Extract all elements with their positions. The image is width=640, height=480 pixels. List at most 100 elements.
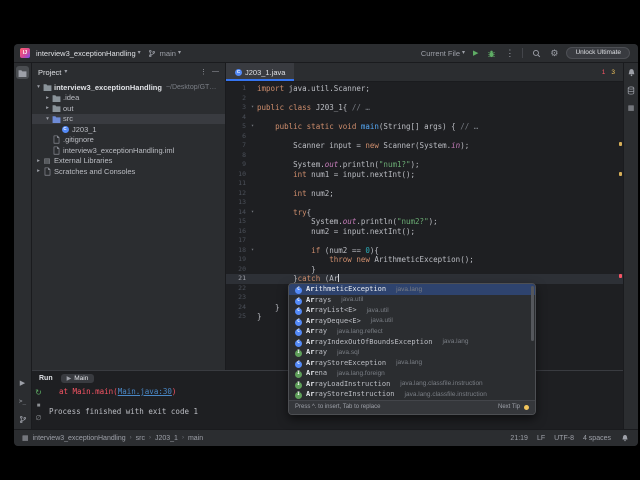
inspections-widget[interactable]: 1 3 (594, 63, 623, 81)
hide-panel-icon[interactable]: — (212, 68, 219, 76)
code-line-7[interactable]: 7 Scanner input = new Scanner(System.in)… (226, 141, 623, 151)
completion-item-arrayindexoutofboundsexception[interactable]: C ArrayIndexOutOfBoundsException java.lang (289, 337, 535, 348)
line-number[interactable]: 14 (226, 208, 248, 218)
line-separator[interactable]: LF (537, 435, 545, 442)
line-number[interactable]: 21 (226, 274, 248, 284)
code-line-20[interactable]: 20 } (226, 265, 623, 275)
code-line-2[interactable]: 2 (226, 94, 623, 104)
tree-item-scratches-and-consoles[interactable]: ▸ Scratches and Consoles (32, 166, 225, 177)
run-icon[interactable]: ▶ (16, 377, 29, 390)
line-number[interactable]: 18 (226, 246, 248, 256)
line-number[interactable]: 8 (226, 151, 248, 161)
breadcrumb-interview3-exceptionhandling[interactable]: interview3_exceptionHandling (33, 435, 126, 442)
project-folder-icon[interactable] (16, 66, 29, 79)
settings-button[interactable]: ⚙ (550, 48, 558, 58)
debug-button[interactable] (486, 48, 497, 59)
stop-icon[interactable]: ■ (33, 400, 44, 411)
chevron-down-icon[interactable]: ▾ (35, 84, 42, 90)
chevron-down-icon[interactable]: ▾ (44, 116, 51, 122)
tree-item-out[interactable]: ▸ out (32, 103, 225, 114)
code-line-6[interactable]: 6 (226, 132, 623, 142)
search-everywhere-button[interactable] (531, 48, 542, 59)
code-line-17[interactable]: 17 (226, 236, 623, 246)
line-number[interactable]: 23 (226, 293, 248, 303)
line-number[interactable]: 1 (226, 84, 248, 94)
line-number[interactable]: 6 (226, 132, 248, 142)
tree-item-src[interactable]: ▾ src (32, 113, 225, 124)
completion-item-arrayloadinstruction[interactable]: I ArrayLoadInstruction java.lang.classfile… (289, 379, 535, 390)
code-line-3[interactable]: 3 ▾ public class J203_1{ // … (226, 103, 623, 113)
fold-arrow-icon[interactable]: ▾ (248, 103, 257, 113)
line-number[interactable]: 9 (226, 160, 248, 170)
code-line-5[interactable]: 5 ▾ public static void main(String[] args… (226, 122, 623, 132)
notifications-icon[interactable] (625, 66, 638, 79)
line-number[interactable]: 5 (226, 122, 248, 132)
breadcrumb-src[interactable]: src (136, 435, 145, 442)
code-line-14[interactable]: 14 ▾ try{ (226, 208, 623, 218)
database-icon[interactable] (625, 84, 638, 97)
unlock-ultimate-button[interactable]: Unlock Ultimate (566, 47, 630, 59)
clear-icon[interactable]: ∅ (33, 413, 44, 424)
chevron-right-icon[interactable]: ▸ (35, 158, 42, 164)
run-config-selector[interactable]: Current File ▾ (421, 49, 465, 58)
completion-item-arena[interactable]: I Arena java.lang.foreign (289, 368, 535, 379)
run-tab-main[interactable]: ▶ Main (60, 374, 95, 383)
code-line-9[interactable]: 9 System.out.println("num1?"); (226, 160, 623, 170)
project-widget[interactable]: interview3_exceptionHandling ▾ (36, 49, 141, 58)
line-number[interactable]: 15 (226, 217, 248, 227)
tree-item-external-libraries[interactable]: ▸ ▤ External Libraries (32, 156, 225, 167)
code-line-11[interactable]: 11 (226, 179, 623, 189)
line-number[interactable]: 3 (226, 103, 248, 113)
gradle-icon[interactable]: ▦ (625, 102, 638, 115)
notifications-bell-icon[interactable] (620, 433, 630, 443)
line-number[interactable]: 19 (226, 255, 248, 265)
code-line-15[interactable]: 15 System.out.println("num2?"); (226, 217, 623, 227)
code-line-4[interactable]: 4 (226, 113, 623, 123)
vcs-widget[interactable]: main ▾ (147, 48, 181, 59)
completion-item-arraystoreinstruction[interactable]: I ArrayStoreInstruction java.lang.classfil… (289, 389, 535, 400)
caret-position[interactable]: 21:19 (510, 435, 528, 442)
more-options-icon[interactable]: ⋮ (200, 68, 207, 76)
tree-item-gitignore[interactable]: .gitignore (32, 135, 225, 146)
tree-item-interview3-exceptionhandling-iml[interactable]: interview3_exceptionHandling.iml (32, 145, 225, 156)
line-number[interactable]: 20 (226, 265, 248, 275)
line-number[interactable]: 24 (226, 303, 248, 313)
fold-arrow-icon[interactable]: ▾ (248, 122, 257, 132)
tree-item-interview3-exceptionhandling[interactable]: ▾ interview3_exceptionHandling ~/Desktop/G… (32, 82, 225, 93)
editor-tab-j203-1[interactable]: C J203_1.java (226, 63, 295, 81)
line-number[interactable]: 2 (226, 94, 248, 104)
line-number[interactable]: 25 (226, 312, 248, 322)
line-number[interactable]: 16 (226, 227, 248, 237)
code-line-10[interactable]: 10 int num1 = input.nextInt(); (226, 170, 623, 180)
breadcrumb-j203-1[interactable]: J203_1 (155, 435, 178, 442)
line-number[interactable]: 12 (226, 189, 248, 199)
next-tip-link[interactable]: Next Tip (498, 404, 520, 410)
workspace-icon[interactable]: ▦ (22, 435, 29, 442)
code-line-16[interactable]: 16 num2 = input.nextInt(); (226, 227, 623, 237)
stack-trace-link[interactable]: Main.java:30 (118, 387, 172, 396)
line-number[interactable]: 17 (226, 236, 248, 246)
completion-item-arithmeticexception[interactable]: C ArithmeticException java.lang (289, 284, 535, 295)
tree-item-j203-1[interactable]: C J203_1 (32, 124, 225, 135)
line-number[interactable]: 13 (226, 198, 248, 208)
completion-item-arraydeque-e[interactable]: C ArrayDeque<E> java.util (289, 316, 535, 327)
completion-item-arraylist-e[interactable]: C ArrayList<E> java.util (289, 305, 535, 316)
line-number[interactable]: 11 (226, 179, 248, 189)
line-number[interactable]: 22 (226, 284, 248, 294)
indent-style[interactable]: 4 spaces (583, 435, 611, 442)
code-line-19[interactable]: 19 throw new ArithmeticException(); (226, 255, 623, 265)
code-line-18[interactable]: 18 ▾ if (num2 == 0){ (226, 246, 623, 256)
file-encoding[interactable]: UTF-8 (554, 435, 574, 442)
completion-item-arraystoreexception[interactable]: C ArrayStoreException java.lang (289, 358, 535, 369)
more-actions-button[interactable]: ⋮ (505, 48, 514, 58)
chevron-right-icon[interactable]: ▸ (35, 168, 42, 174)
line-number[interactable]: 4 (226, 113, 248, 123)
version-control-icon[interactable] (16, 413, 29, 426)
code-line-12[interactable]: 12 int num2; (226, 189, 623, 199)
line-number[interactable]: 10 (226, 170, 248, 180)
run-button[interactable]: ▶ (473, 50, 478, 57)
rerun-icon[interactable]: ↻ (33, 387, 44, 398)
fold-arrow-icon[interactable]: ▾ (248, 208, 257, 218)
tree-item-idea[interactable]: ▸ .idea (32, 93, 225, 104)
chevron-right-icon[interactable]: ▸ (44, 95, 51, 101)
